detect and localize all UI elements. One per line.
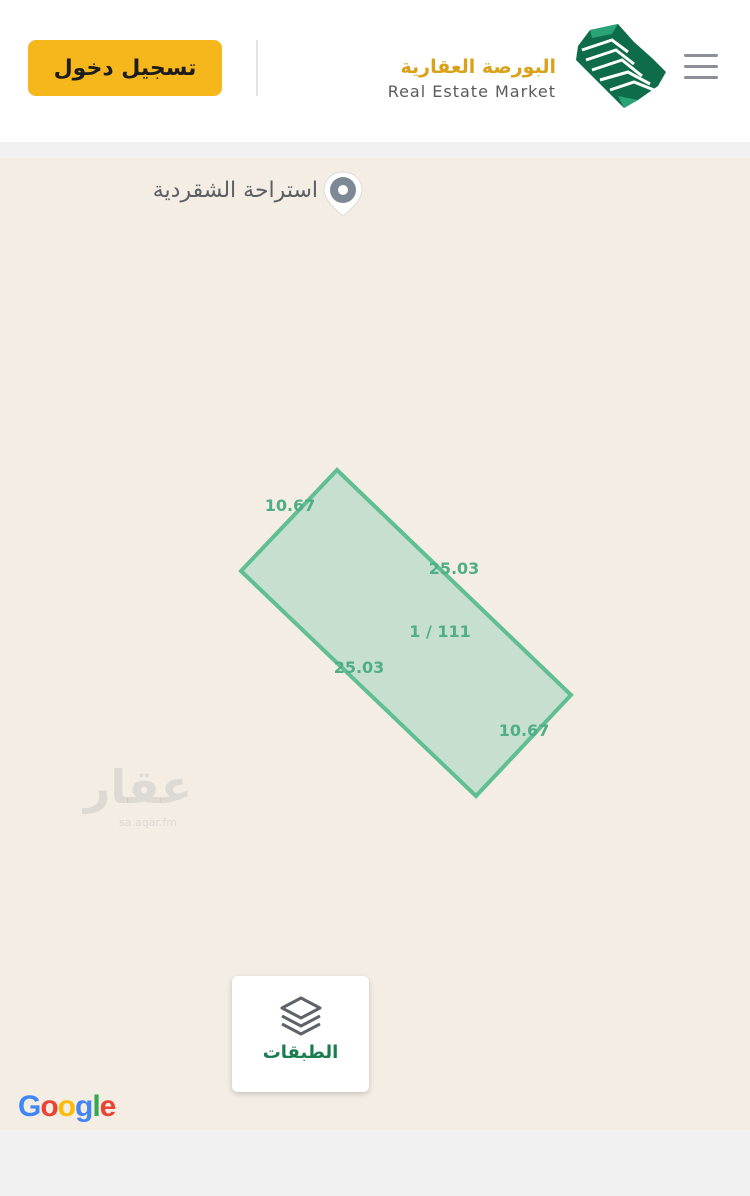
parcel-side-bottom-left: 25.03 — [334, 658, 385, 677]
layers-button[interactable]: الطبقات — [232, 976, 369, 1092]
parcel-polygon[interactable] — [238, 467, 574, 799]
layers-icon — [280, 996, 322, 1036]
parcel-id-label: 1 / 111 — [409, 622, 471, 641]
poi-label: استراحة الشقردية — [152, 178, 318, 203]
parcel-side-top-right: 25.03 — [429, 559, 480, 578]
parcel-side-bottom-right: 10.67 — [499, 721, 550, 740]
aqar-watermark-domain: sa.aqar.fm — [118, 816, 178, 829]
map-poi[interactable]: استراحة الشقردية — [128, 170, 368, 218]
parcel-side-top-left: 10.67 — [265, 496, 316, 515]
map-pin-icon — [323, 171, 363, 217]
parcel-overlay: 10.67 25.03 1 / 111 25.03 10.67 — [238, 467, 574, 799]
layers-label: الطبقات — [262, 1042, 339, 1063]
bottom-bar — [0, 1130, 750, 1196]
google-logo: Google — [18, 1090, 116, 1123]
